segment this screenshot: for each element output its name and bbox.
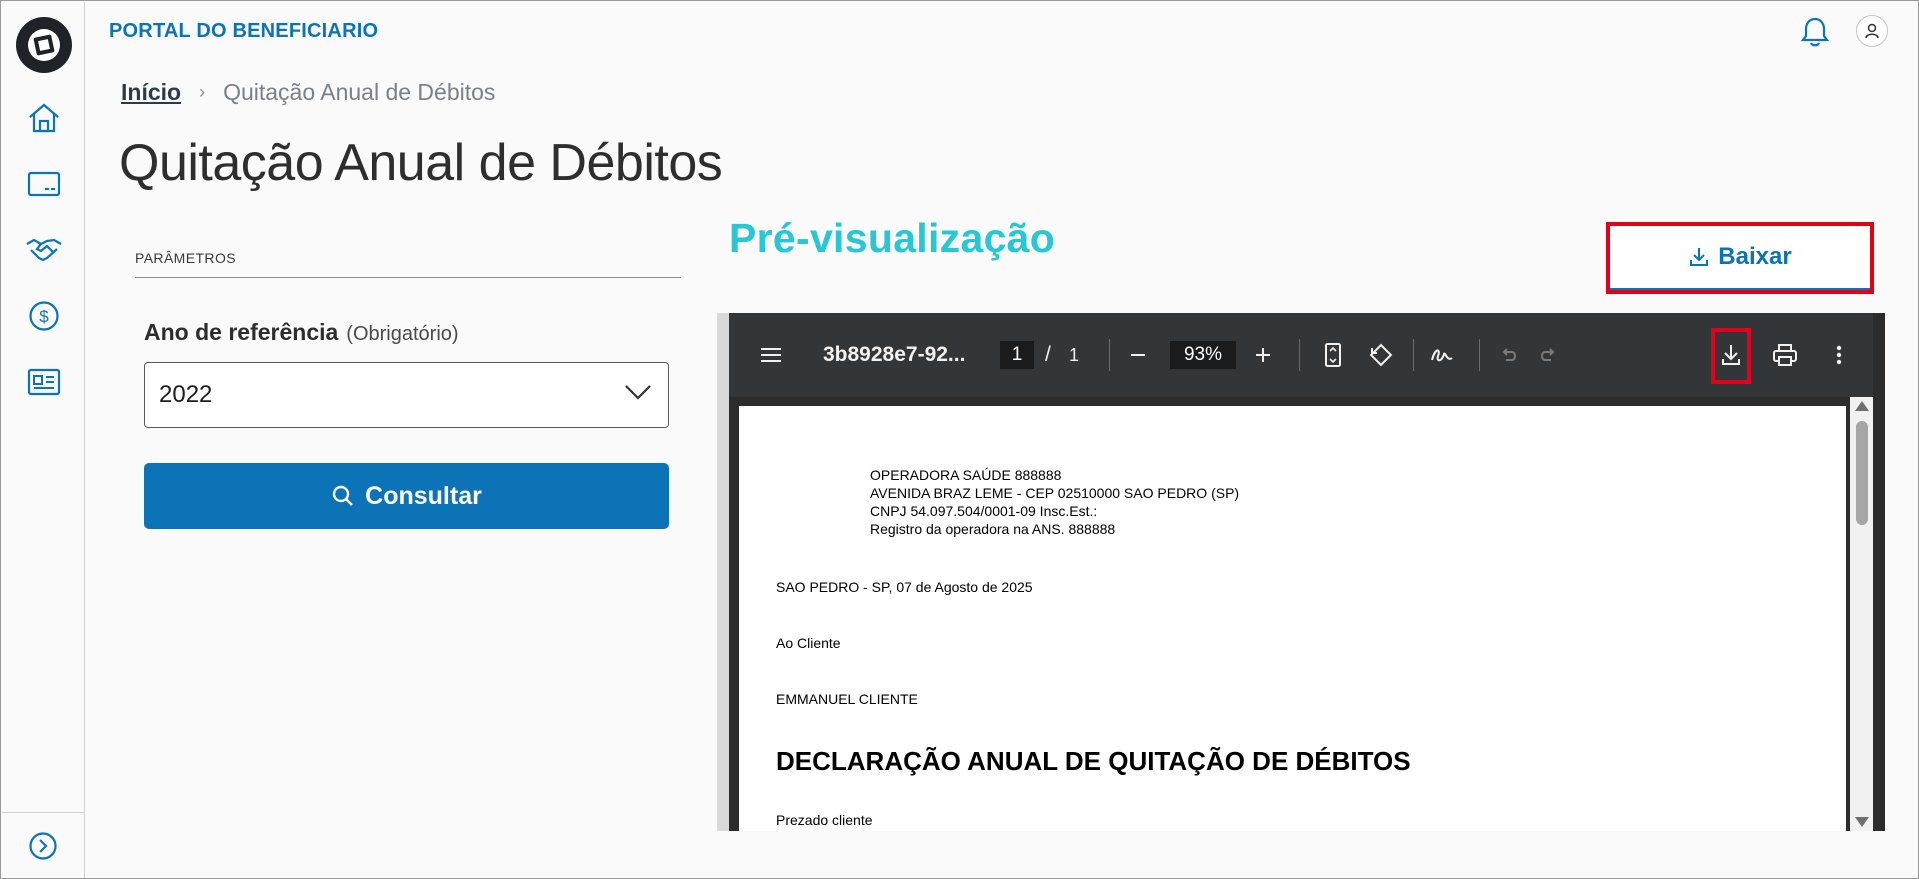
document-list-icon <box>27 368 61 396</box>
scroll-thumb[interactable] <box>1856 421 1868 525</box>
handshake-icon <box>26 238 62 262</box>
header-line: OPERADORA SAÚDE 888888 <box>870 467 1062 483</box>
rotate-icon <box>1369 343 1393 367</box>
page-number-input[interactable]: 1 <box>1000 341 1034 369</box>
more-vertical-icon <box>1836 345 1842 365</box>
sidebar: $ <box>2 2 85 878</box>
app-title: PORTAL DO BENEFICIARIO <box>109 20 379 42</box>
bell-icon <box>1800 17 1830 47</box>
breadcrumb-home-link[interactable]: Início <box>121 79 181 106</box>
chevron-down-icon <box>625 385 651 400</box>
params-divider <box>135 277 681 278</box>
fit-page-icon <box>1325 343 1341 367</box>
user-menu-button[interactable] <box>1856 15 1888 47</box>
scroll-up-arrow-icon[interactable] <box>1855 401 1869 411</box>
dollar-icon: $ <box>29 301 59 331</box>
page-total: 1 <box>1069 345 1080 365</box>
year-field-label: Ano de referência (Obrigatório) <box>144 319 459 346</box>
toolbar-divider <box>1479 339 1480 371</box>
more-options-button[interactable] <box>1823 339 1855 371</box>
user-icon <box>1865 23 1879 39</box>
page-separator: / <box>1045 343 1051 366</box>
scroll-down-arrow-icon[interactable] <box>1855 817 1869 827</box>
annotate-button[interactable] <box>1426 339 1458 371</box>
header-line: CNPJ 54.097.504/0001-09 Insc.Est.: <box>870 503 1098 519</box>
document-date: SAO PEDRO - SP, 07 de Agosto de 2025 <box>776 579 1033 595</box>
toolbar-divider <box>1299 339 1300 371</box>
card-icon <box>27 171 61 197</box>
year-select-value: 2022 <box>159 381 213 408</box>
zoom-input[interactable]: 93% <box>1170 341 1236 369</box>
preview-title: Pré-visualização <box>729 215 1056 261</box>
consultar-label: Consultar <box>365 481 482 510</box>
chevron-right-circle-icon[interactable] <box>28 831 58 861</box>
pdf-document-area: OPERADORA SAÚDE 888888 AVENIDA BRAZ LEME… <box>729 397 1873 831</box>
print-button[interactable] <box>1769 339 1801 371</box>
fit-page-button[interactable] <box>1317 339 1349 371</box>
download-icon <box>1690 248 1709 266</box>
print-icon <box>1773 344 1797 366</box>
document-heading: DECLARAÇÃO ANUAL DE QUITAÇÃO DE DÉBITOS <box>776 746 1411 776</box>
plus-icon <box>1256 348 1270 362</box>
rotate-button[interactable] <box>1365 339 1397 371</box>
sidebar-item-home[interactable] <box>24 98 64 138</box>
sidebar-item-partners[interactable] <box>24 230 64 270</box>
hamburger-menu-icon <box>761 348 781 362</box>
menu-button[interactable] <box>755 339 787 371</box>
logo[interactable] <box>16 17 72 73</box>
header-line: Registro da operadora na ANS. 888888 <box>870 521 1116 537</box>
year-select[interactable]: 2022 <box>144 362 669 428</box>
operator-header: OPERADORA SAÚDE 888888 AVENIDA BRAZ LEME… <box>870 466 1239 538</box>
minus-icon <box>1131 354 1145 356</box>
page-title: Quitação Anual de Débitos <box>119 134 723 192</box>
undo-icon <box>1502 348 1516 361</box>
params-section-label: PARÂMETROS <box>135 250 236 266</box>
toolbar-divider <box>1413 339 1414 371</box>
download-label: Baixar <box>1718 243 1792 270</box>
client-name: EMMANUEL CLIENTE <box>776 691 918 707</box>
pdf-scrollbar[interactable] <box>1850 397 1873 831</box>
toolbar-divider <box>1109 339 1110 371</box>
signature-icon <box>1431 349 1453 362</box>
download-button[interactable]: Baixar <box>1610 226 1870 290</box>
viewer-border <box>717 313 729 831</box>
zoom-in-button[interactable] <box>1247 339 1279 371</box>
search-icon <box>332 485 354 506</box>
year-label-text: Ano de referência <box>144 319 339 345</box>
app-window: $ PORTAL DO BENEFICIARIO Início › Quitaç… <box>0 0 1919 879</box>
viewer-download-button[interactable] <box>1715 339 1747 371</box>
sidebar-item-documents[interactable] <box>24 362 64 402</box>
header-line: AVENIDA BRAZ LEME - CEP 02510000 SAO PED… <box>870 485 1240 501</box>
logo-icon <box>28 29 60 61</box>
pdf-viewer: 3b8928e7-92... 1 / 1 93% OPERADORA SAÚDE… <box>717 313 1885 831</box>
pdf-toolbar: 3b8928e7-92... 1 / 1 93% <box>729 313 1873 397</box>
sidebar-footer <box>2 812 84 878</box>
redo-button[interactable] <box>1532 339 1564 371</box>
home-icon <box>29 103 59 133</box>
chevron-right-icon: › <box>199 82 206 102</box>
pdf-filename: 3b8928e7-92... <box>823 343 966 366</box>
breadcrumb: Início › Quitação Anual de Débitos <box>121 79 495 106</box>
pdf-page: OPERADORA SAÚDE 888888 AVENIDA BRAZ LEME… <box>739 406 1846 831</box>
notifications-button[interactable] <box>1798 15 1832 49</box>
redo-icon <box>1541 348 1555 361</box>
document-recipient: Ao Cliente <box>776 635 841 651</box>
zoom-out-button[interactable] <box>1122 339 1154 371</box>
year-required-hint: (Obrigatório) <box>346 323 459 345</box>
sidebar-item-financial[interactable]: $ <box>24 296 64 336</box>
undo-button[interactable] <box>1493 339 1525 371</box>
sidebar-item-card[interactable] <box>24 164 64 204</box>
download-icon <box>1722 345 1740 365</box>
breadcrumb-current: Quitação Anual de Débitos <box>223 79 496 105</box>
consultar-button[interactable]: Consultar <box>144 463 669 529</box>
document-greeting: Prezado cliente <box>776 812 873 828</box>
svg-text:$: $ <box>39 307 49 326</box>
